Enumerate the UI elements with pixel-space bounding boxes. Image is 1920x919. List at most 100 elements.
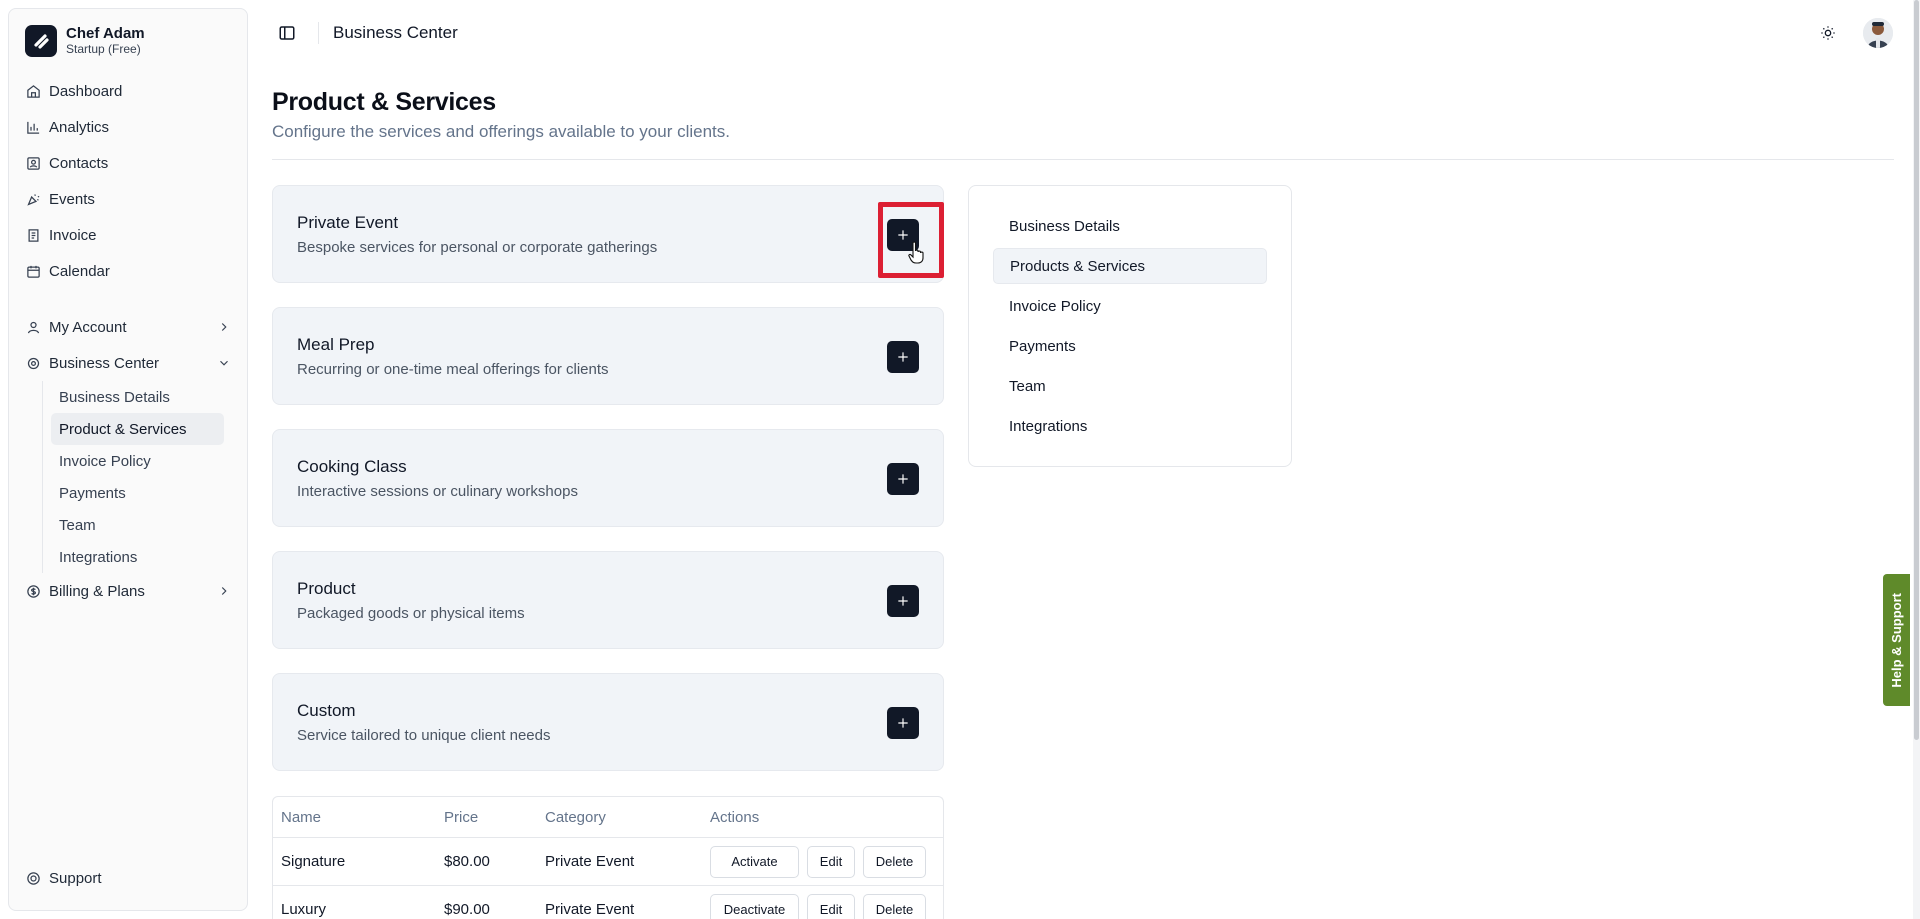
add-meal-prep-button[interactable] <box>887 341 919 373</box>
breadcrumb: Business Center <box>333 23 458 42</box>
nav-item-my-account[interactable]: My Account <box>9 309 247 345</box>
activate-button[interactable]: Activate <box>710 845 799 878</box>
settings-nav-panel: Business Details Products & Services Inv… <box>968 185 1292 467</box>
product-category: Private Event <box>545 901 635 918</box>
service-category-list: Private Event Bespoke services for perso… <box>272 185 944 795</box>
deactivate-button[interactable]: Deactivate <box>710 893 799 919</box>
card-title: Meal Prep <box>297 335 375 354</box>
chevron-right-icon <box>217 320 231 334</box>
table-header-row: Name Price Category Actions <box>273 797 943 838</box>
party-popper-icon <box>25 191 41 207</box>
subnav-item-business-details[interactable]: Business Details <box>51 381 224 413</box>
subnav-item-integrations[interactable]: Integrations <box>51 541 224 573</box>
contact-card-icon <box>25 155 41 171</box>
theme-toggle-button[interactable] <box>1817 22 1839 44</box>
plus-icon <box>898 474 908 484</box>
nav-item-label: Calendar <box>49 262 110 280</box>
add-private-event-button[interactable] <box>887 219 919 251</box>
column-header-name: Name <box>281 808 322 826</box>
add-product-button[interactable] <box>887 585 919 617</box>
card-title: Cooking Class <box>297 457 407 476</box>
card-title: Product <box>297 579 356 598</box>
category-card-private-event: Private Event Bespoke services for perso… <box>272 185 944 283</box>
nav-item-contacts[interactable]: Contacts <box>9 145 247 181</box>
nav-item-invoice[interactable]: Invoice <box>9 217 247 253</box>
bar-chart-icon <box>25 119 41 135</box>
card-description: Recurring or one-time meal offerings for… <box>297 361 609 378</box>
products-table: Name Price Category Actions Signature $8… <box>272 796 944 919</box>
table-row: Signature $80.00 Private Event Activate … <box>273 838 943 886</box>
subnav-item-product-services[interactable]: Product & Services <box>51 413 224 445</box>
subnav-item-payments[interactable]: Payments <box>51 477 224 509</box>
card-description: Interactive sessions or culinary worksho… <box>297 483 578 500</box>
nav-item-label: Analytics <box>49 118 110 136</box>
add-custom-button[interactable] <box>887 707 919 739</box>
plus-icon <box>898 352 908 362</box>
delete-button[interactable]: Delete <box>863 893 926 919</box>
dollar-circle-icon <box>25 583 41 599</box>
column-header-category: Category <box>545 808 606 826</box>
nav-item-analytics[interactable]: Analytics <box>9 109 247 145</box>
main-nav: Dashboard Analytics Contacts Events Invo… <box>9 73 247 609</box>
nav-item-business-center[interactable]: Business Center <box>9 345 247 381</box>
delete-button[interactable]: Delete <box>863 845 926 878</box>
sidebar: Chef Adam Startup (Free) Dashboard Analy… <box>8 8 248 911</box>
product-category: Private Event <box>545 853 635 870</box>
nav-item-calendar[interactable]: Calendar <box>9 253 247 289</box>
divider <box>318 22 319 44</box>
category-card-custom: Custom Service tailored to unique client… <box>272 673 944 771</box>
avatar[interactable] <box>1863 18 1893 48</box>
page-title: Product & Services <box>272 88 496 116</box>
plus-icon <box>898 596 908 606</box>
product-price: $90.00 <box>444 901 490 918</box>
top-bar: Business Center <box>271 18 1901 48</box>
scrollbar-thumb[interactable] <box>1914 0 1919 740</box>
column-header-actions: Actions <box>710 808 760 826</box>
settings-nav-payments[interactable]: Payments <box>993 328 1267 364</box>
category-card-cooking-class: Cooking Class Interactive sessions or cu… <box>272 429 944 527</box>
settings-nav-invoice-policy[interactable]: Invoice Policy <box>993 288 1267 324</box>
nav-item-support[interactable]: Support <box>9 860 118 896</box>
add-cooking-class-button[interactable] <box>887 463 919 495</box>
settings-nav-products-services[interactable]: Products & Services <box>993 248 1267 284</box>
product-name: Signature <box>281 853 346 870</box>
sidebar-toggle-button[interactable] <box>276 22 298 44</box>
gear-icon <box>25 355 41 371</box>
edit-button[interactable]: Edit <box>807 893 855 919</box>
help-support-tab[interactable]: Help & Support <box>1883 574 1910 706</box>
card-description: Packaged goods or physical items <box>297 605 525 622</box>
edit-button[interactable]: Edit <box>807 845 855 878</box>
nav-item-dashboard[interactable]: Dashboard <box>9 73 247 109</box>
settings-nav-integrations[interactable]: Integrations <box>993 408 1267 444</box>
home-icon <box>25 83 41 99</box>
nav-item-label: Support <box>49 869 102 887</box>
product-name: Luxury <box>281 901 327 918</box>
user-icon <box>25 319 41 335</box>
category-card-product: Product Packaged goods or physical items <box>272 551 944 649</box>
plus-icon <box>898 230 908 240</box>
settings-nav-team[interactable]: Team <box>993 368 1267 404</box>
product-price: $80.00 <box>444 853 490 870</box>
card-title: Custom <box>297 701 356 720</box>
nav-item-label: My Account <box>49 318 127 336</box>
nav-item-label: Events <box>49 190 95 208</box>
panel-left-icon <box>279 26 295 40</box>
lifebuoy-icon <box>25 870 41 886</box>
sun-icon <box>1821 26 1835 40</box>
calendar-icon <box>25 263 41 279</box>
card-title: Private Event <box>297 213 399 232</box>
nav-item-billing[interactable]: Billing & Plans <box>9 573 247 609</box>
subnav-item-invoice-policy[interactable]: Invoice Policy <box>51 445 224 477</box>
subnav-item-team[interactable]: Team <box>51 509 224 541</box>
nav-item-label: Business Center <box>49 354 160 372</box>
nav-item-label: Billing & Plans <box>49 582 145 600</box>
brand-logo-icon <box>25 25 57 57</box>
plus-icon <box>898 718 908 728</box>
settings-nav-business-details[interactable]: Business Details <box>993 208 1267 244</box>
receipt-icon <box>25 227 41 243</box>
brand-name: Chef Adam <box>66 25 145 42</box>
nav-item-label: Dashboard <box>49 82 123 100</box>
brand-switcher[interactable]: Chef Adam Startup (Free) <box>9 9 247 67</box>
nav-item-events[interactable]: Events <box>9 181 247 217</box>
nav-item-label: Contacts <box>49 154 109 172</box>
